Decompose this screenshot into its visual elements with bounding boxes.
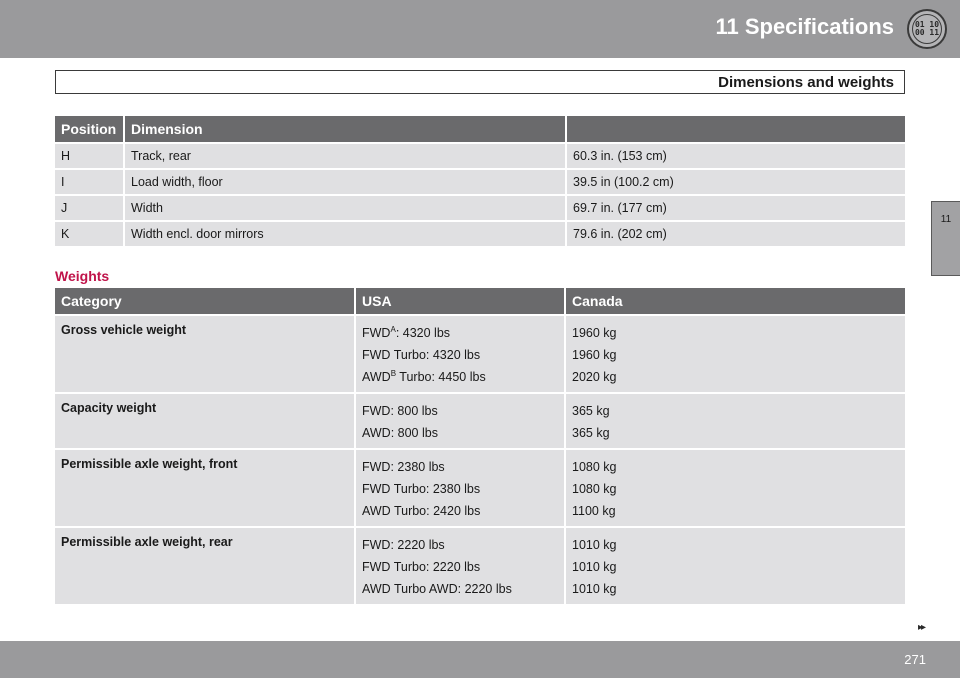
- header-position: Position: [55, 116, 125, 142]
- canada-value: 1010 kg: [572, 560, 617, 574]
- weights-table: Category USA Canada Gross vehicle weight…: [55, 288, 905, 604]
- dimension-position: K: [55, 220, 125, 246]
- usa-line: FWD Turbo: 2220 lbs: [362, 556, 558, 578]
- header-value: [567, 116, 905, 142]
- usa-value: Turbo: 4450 lbs: [396, 370, 486, 384]
- usa-label: FWD: [362, 404, 391, 418]
- header-bar: 11 Specifications 01 10 00 11: [0, 0, 960, 58]
- usa-label: FWD Turbo: [362, 560, 426, 574]
- usa-label: AWD: [362, 426, 391, 440]
- canada-value: 1960 kg: [572, 348, 617, 362]
- chapter-icon-digits: 01 10 00 11: [912, 14, 942, 44]
- usa-label: FWD Turbo: [362, 482, 426, 496]
- table-row: Permissible axle weight, front FWD: 2380 …: [55, 448, 905, 526]
- dimension-value: 60.3 in. (153 cm): [567, 142, 905, 168]
- usa-value: : 800 lbs: [390, 404, 438, 418]
- weight-category: Capacity weight: [55, 392, 356, 448]
- usa-value: : 2380 lbs: [425, 482, 481, 496]
- dimensions-header-row: Position Dimension: [55, 116, 905, 142]
- canada-value: 365 kg: [572, 426, 610, 440]
- usa-value: : 2380 lbs: [390, 460, 445, 474]
- usa-line: FWD: 800 lbs: [362, 400, 558, 422]
- chapter-title: 11 Specifications: [715, 14, 894, 39]
- usa-label: AWD: [362, 370, 391, 384]
- weight-usa: FWDA: 4320 lbs FWD Turbo: 4320 lbs AWDB Tu…: [356, 314, 566, 392]
- table-row: Permissible axle weight, rear FWD: 2220 l…: [55, 526, 905, 604]
- dimension-value: 69.7 in. (177 cm): [567, 194, 905, 220]
- header-category: Category: [55, 288, 356, 314]
- usa-value: : 2220 lbs: [390, 538, 445, 552]
- footer-bar: 271: [0, 641, 960, 678]
- weight-canada: 1010 kg 1010 kg 1010 kg: [566, 526, 905, 604]
- canada-value: 1960 kg: [572, 326, 617, 340]
- dimension-position: H: [55, 142, 125, 168]
- usa-value: : 4320 lbs: [395, 326, 451, 340]
- chapter-icon-line2: 00 11: [914, 28, 940, 37]
- table-row: H Track, rear 60.3 in. (153 cm): [55, 142, 905, 168]
- section-title-box: Dimensions and weights: [55, 70, 905, 94]
- usa-value: : 2220 lbs: [425, 560, 481, 574]
- usa-label: AWD Turbo: [362, 504, 427, 518]
- section-title: Dimensions and weights: [718, 74, 894, 91]
- usa-line: FWD Turbo: 4320 lbs: [362, 344, 558, 366]
- chapter-side-tab[interactable]: 11: [931, 201, 960, 276]
- weight-category: Permissible axle weight, rear: [55, 526, 356, 604]
- weights-header-row: Category USA Canada: [55, 288, 905, 314]
- table-row: I Load width, floor 39.5 in (100.2 cm): [55, 168, 905, 194]
- dimension-value: 79.6 in. (202 cm): [567, 220, 905, 246]
- usa-label: FWD: [362, 538, 391, 552]
- usa-value: : 2420 lbs: [426, 504, 481, 518]
- canada-value: 2020 kg: [572, 370, 617, 384]
- dimension-position: J: [55, 194, 125, 220]
- chapter-11-icon: 01 10 00 11: [907, 9, 947, 49]
- dimension-name: Track, rear: [125, 142, 567, 168]
- usa-line: AWD Turbo: 2420 lbs: [362, 500, 558, 522]
- page-number: 271: [904, 652, 926, 667]
- next-page-arrows-icon[interactable]: ▸▸: [918, 622, 926, 633]
- usa-value: : 2220 lbs: [457, 582, 512, 596]
- dimension-name: Width: [125, 194, 567, 220]
- weight-category: Gross vehicle weight: [55, 314, 356, 392]
- weight-usa: FWD: 800 lbs AWD: 800 lbs: [356, 392, 566, 448]
- usa-line: FWD Turbo: 2380 lbs: [362, 478, 558, 500]
- canada-value: 1010 kg: [572, 582, 617, 596]
- weight-usa: FWD: 2220 lbs FWD Turbo: 2220 lbs AWD Turb…: [356, 526, 566, 604]
- canada-value: 1100 kg: [572, 504, 616, 518]
- canada-value: 1080 kg: [572, 460, 617, 474]
- usa-label: AWD Turbo AWD: [362, 582, 458, 596]
- side-tab-label: 11: [940, 214, 952, 225]
- table-row: J Width 69.7 in. (177 cm): [55, 194, 905, 220]
- header-dimension: Dimension: [125, 116, 567, 142]
- usa-label: FWD: [362, 326, 391, 340]
- canada-value: 365 kg: [572, 404, 610, 418]
- usa-line: AWDB Turbo: 4450 lbs: [362, 366, 558, 388]
- usa-line: FWDA: 4320 lbs: [362, 322, 558, 344]
- weight-canada: 365 kg 365 kg: [566, 392, 905, 448]
- usa-value: : 4320 lbs: [425, 348, 481, 362]
- usa-line: FWD: 2380 lbs: [362, 456, 558, 478]
- weight-usa: FWD: 2380 lbs FWD Turbo: 2380 lbs AWD Turb…: [356, 448, 566, 526]
- usa-line: FWD: 2220 lbs: [362, 534, 558, 556]
- weight-canada: 1080 kg 1080 kg 1100 kg: [566, 448, 905, 526]
- usa-line: AWD Turbo AWD: 2220 lbs: [362, 578, 558, 600]
- dimension-name: Width encl. door mirrors: [125, 220, 567, 246]
- weight-canada: 1960 kg 1960 kg 2020 kg: [566, 314, 905, 392]
- canada-value: 1080 kg: [572, 482, 617, 496]
- header-usa: USA: [356, 288, 566, 314]
- usa-line: AWD: 800 lbs: [362, 422, 558, 444]
- dimensions-table: Position Dimension H Track, rear 60.3 in. …: [55, 116, 905, 246]
- header-canada: Canada: [566, 288, 905, 314]
- table-row: Capacity weight FWD: 800 lbs AWD: 800 lbs 3…: [55, 392, 905, 448]
- table-row: K Width encl. door mirrors 79.6 in. (202 c…: [55, 220, 905, 246]
- table-row: Gross vehicle weight FWDA: 4320 lbs FWD Tu…: [55, 314, 905, 392]
- dimension-value: 39.5 in (100.2 cm): [567, 168, 905, 194]
- canada-value: 1010 kg: [572, 538, 617, 552]
- usa-label: FWD Turbo: [362, 348, 426, 362]
- weight-category: Permissible axle weight, front: [55, 448, 356, 526]
- dimension-position: I: [55, 168, 125, 194]
- usa-value: : 800 lbs: [390, 426, 438, 440]
- weights-heading: Weights: [55, 268, 110, 284]
- usa-label: FWD: [362, 460, 391, 474]
- dimension-name: Load width, floor: [125, 168, 567, 194]
